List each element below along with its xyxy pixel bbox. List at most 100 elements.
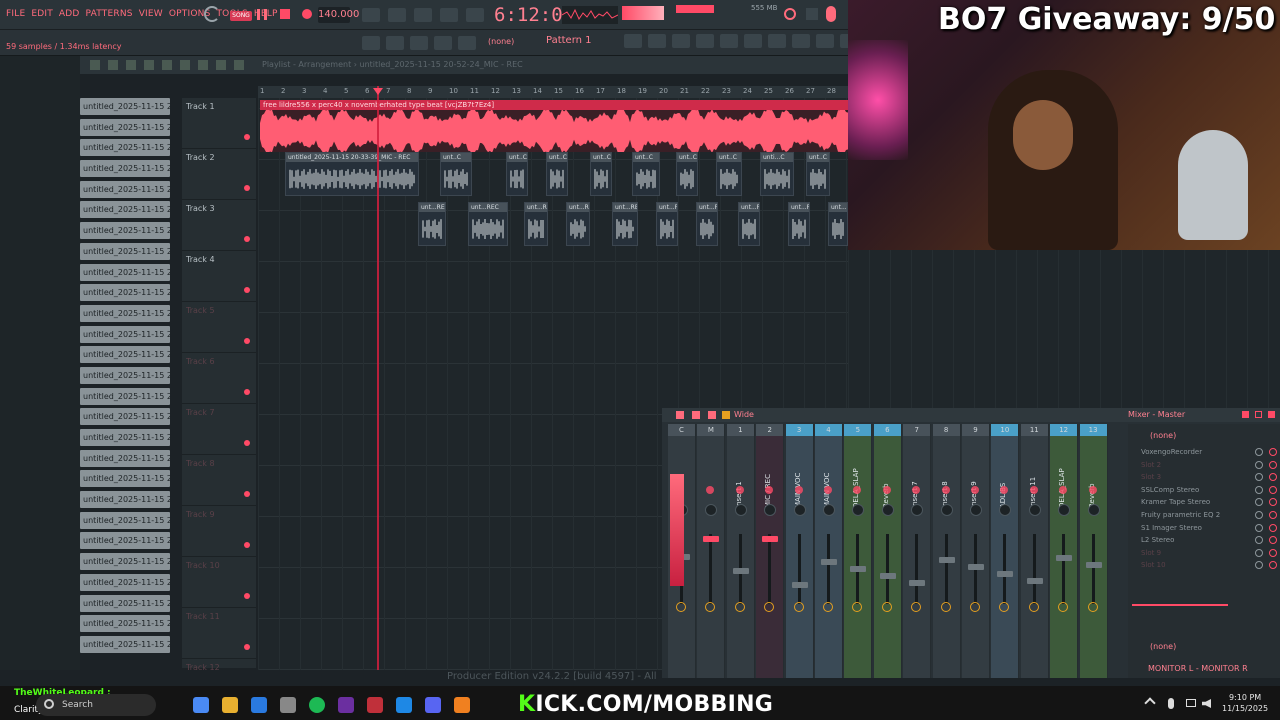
pattern-clip-item[interactable]: untitled_2025-11-15 20- bbox=[80, 573, 170, 591]
track-mute-icon[interactable] bbox=[244, 593, 250, 599]
pattern-clip-item[interactable]: untitled_2025-11-15 20- bbox=[80, 429, 170, 446]
fx-enable-icon[interactable] bbox=[1269, 460, 1277, 469]
pan-knob[interactable] bbox=[1087, 504, 1100, 516]
volume-fader[interactable] bbox=[1085, 534, 1102, 604]
track-mute-icon[interactable] bbox=[244, 440, 250, 446]
pattern-clip-item[interactable]: untitled_2025-11-15 20- bbox=[80, 511, 170, 529]
vocal-clip[interactable]: unt..C bbox=[716, 152, 742, 196]
track-header[interactable]: Track 6 bbox=[182, 353, 256, 404]
pan-knob[interactable] bbox=[911, 504, 924, 516]
tempo-icon[interactable] bbox=[792, 34, 810, 48]
fx-mix-knob-icon[interactable] bbox=[1255, 448, 1263, 456]
pattern-clip-item[interactable]: untitled_2025-11-15 20- bbox=[80, 180, 170, 198]
volume-fader[interactable] bbox=[938, 534, 955, 604]
track-header[interactable]: Track 11 bbox=[182, 608, 256, 659]
route-icon[interactable] bbox=[881, 602, 892, 612]
track-mute-icon[interactable] bbox=[244, 491, 250, 497]
mixer-channel[interactable]: 3 MAIN VOC bbox=[785, 424, 814, 678]
pattern-clip-item[interactable]: untitled_2025-11-15 20- bbox=[80, 118, 170, 136]
tray-mic-icon[interactable] bbox=[1168, 698, 1174, 709]
channel-power-icon[interactable] bbox=[1029, 486, 1038, 494]
fx-slot[interactable]: Fruity parametric EQ 2 bbox=[1141, 511, 1277, 519]
volume-fader[interactable] bbox=[997, 534, 1014, 604]
settings-icon[interactable] bbox=[816, 34, 834, 48]
discord-icon[interactable] bbox=[425, 697, 441, 713]
route-icon[interactable] bbox=[852, 602, 863, 612]
track-mute-icon[interactable] bbox=[244, 542, 250, 548]
vocal-clip[interactable]: unt...REC bbox=[656, 202, 678, 246]
fader-cap[interactable] bbox=[1085, 562, 1102, 568]
track-mute-icon[interactable] bbox=[244, 644, 250, 650]
pattern-clip-item[interactable]: untitled_2025-11-15 20- bbox=[80, 491, 170, 509]
metronome-icon[interactable] bbox=[362, 8, 380, 22]
maximize-icon[interactable] bbox=[1255, 411, 1262, 418]
microphone-icon[interactable] bbox=[826, 6, 836, 22]
mixer-channel[interactable]: 2 MIC / REC bbox=[756, 424, 785, 678]
monitor-output[interactable]: MONITOR L - MONITOR R bbox=[1148, 664, 1248, 673]
menu-edit[interactable]: EDIT bbox=[31, 9, 53, 19]
route-icon[interactable] bbox=[1058, 602, 1069, 612]
app-icon[interactable] bbox=[367, 697, 383, 713]
mixer-channel[interactable]: 4 MAIN VOC bbox=[815, 424, 843, 678]
arrow-icon[interactable] bbox=[386, 36, 404, 50]
fx-mix-knob-icon[interactable] bbox=[1255, 523, 1263, 532]
fx-mix-knob-icon[interactable] bbox=[1255, 485, 1263, 494]
track-mute-icon[interactable] bbox=[244, 185, 250, 191]
mixer-channel[interactable]: 12 DELA_SLAP bbox=[1050, 424, 1079, 678]
pan-knob[interactable] bbox=[852, 504, 865, 516]
volume-fader[interactable] bbox=[791, 534, 808, 604]
mixer-link-icon[interactable] bbox=[708, 411, 716, 419]
pan-knob[interactable] bbox=[823, 504, 835, 516]
route-icon[interactable] bbox=[911, 602, 922, 612]
plugin-icon[interactable] bbox=[744, 34, 762, 48]
volume-fader[interactable] bbox=[909, 534, 926, 604]
pan-knob[interactable] bbox=[999, 504, 1012, 516]
fader-cap[interactable] bbox=[850, 566, 867, 572]
fx-slot[interactable]: Slot 2 bbox=[1141, 460, 1277, 469]
fx-slot[interactable]: Slot 9 bbox=[1141, 548, 1277, 557]
record-icon[interactable] bbox=[302, 9, 312, 19]
mixer-arrow-icon[interactable] bbox=[676, 411, 684, 419]
fader-cap[interactable] bbox=[703, 536, 720, 542]
pan-knob[interactable] bbox=[970, 504, 982, 516]
next-app-icon[interactable] bbox=[338, 697, 354, 713]
volume-fader[interactable] bbox=[732, 534, 749, 604]
input-select[interactable]: (none) bbox=[1150, 431, 1176, 440]
pattern-clip-item[interactable]: untitled_2025-11-15 20- bbox=[80, 635, 170, 653]
pattern-selector[interactable]: Pattern 1 bbox=[546, 33, 604, 49]
fader-cap[interactable] bbox=[732, 568, 749, 574]
pattern-clip-item[interactable]: untitled_2025-11-15 20- bbox=[80, 470, 170, 488]
channel-power-icon[interactable] bbox=[941, 486, 950, 494]
mixer-channel[interactable]: 7 Insert 7 bbox=[903, 424, 932, 678]
volume-fader[interactable] bbox=[762, 534, 779, 604]
pan-knob[interactable] bbox=[705, 504, 718, 516]
mixer-channel[interactable]: 9 Insert 9 bbox=[962, 424, 990, 678]
fx-slot[interactable]: Kramer Tape Stereo bbox=[1141, 498, 1277, 507]
track-mute-icon[interactable] bbox=[244, 134, 250, 140]
menu-file[interactable]: FILE bbox=[6, 9, 25, 19]
pattern-clip-item[interactable]: untitled_2025-11-15 20- bbox=[80, 242, 170, 260]
pattern-clip-item[interactable]: untitled_2025-11-15 20- bbox=[80, 594, 170, 612]
vocal-clip[interactable]: unt...REC bbox=[696, 202, 718, 246]
pattern-clip-item[interactable]: untitled_2025-11-15 20- bbox=[80, 284, 170, 302]
mixer-channel[interactable]: 13 Reverb bbox=[1079, 424, 1108, 678]
channel-power-icon[interactable] bbox=[853, 486, 862, 494]
channel-power-icon[interactable] bbox=[882, 486, 891, 494]
magnet-icon[interactable] bbox=[90, 60, 100, 70]
route-icon[interactable] bbox=[823, 602, 833, 612]
stamp-tool-icon[interactable] bbox=[768, 34, 786, 48]
pattern-clip-item[interactable]: untitled_2025-11-15 20- bbox=[80, 532, 170, 550]
track-header[interactable]: Track 3 bbox=[182, 200, 256, 251]
fx-slot[interactable]: Slot 3 bbox=[1141, 473, 1277, 482]
close-icon[interactable] bbox=[806, 8, 818, 20]
link-icon[interactable] bbox=[434, 36, 452, 50]
mixer-close-icon[interactable] bbox=[1268, 411, 1275, 418]
fx-slot[interactable]: SSLComp Stereo bbox=[1141, 485, 1277, 494]
track-header[interactable]: Track 8 bbox=[182, 455, 256, 506]
delete-icon[interactable] bbox=[144, 60, 154, 70]
mixer-channel[interactable]: 5 DELA_SLAP bbox=[844, 424, 873, 678]
snap-select[interactable]: (none) bbox=[488, 37, 514, 46]
track-mute-icon[interactable] bbox=[244, 236, 250, 242]
mixer-view-label[interactable]: Wide bbox=[734, 410, 754, 419]
route-icon[interactable] bbox=[999, 602, 1010, 612]
